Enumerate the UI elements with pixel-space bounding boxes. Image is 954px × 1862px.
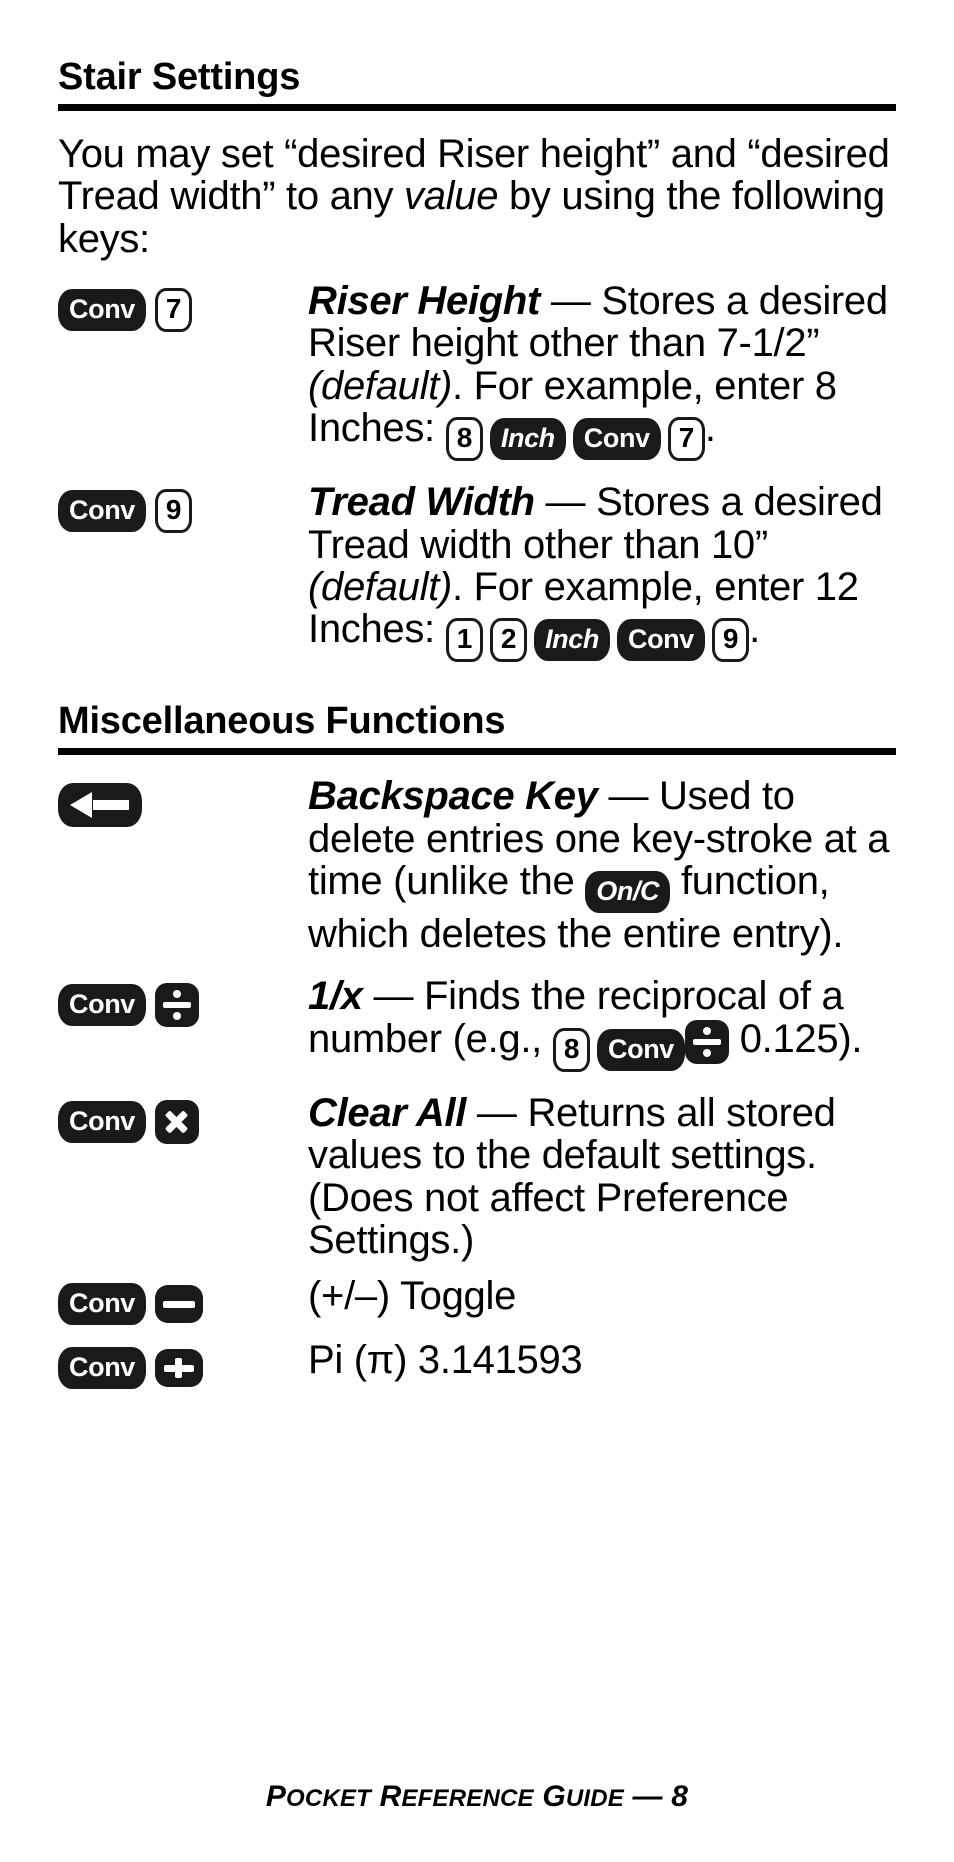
em-dash: — — [466, 1090, 528, 1135]
entry-plus-minus-toggle: Conv (+/–) Toggle — [58, 1274, 896, 1326]
footer-p4: EFERENCE — [401, 1785, 534, 1812]
term-reciprocal: 1/x — [308, 974, 363, 1019]
digit-2-key[interactable]: 2 — [489, 618, 528, 663]
section-divider — [58, 748, 896, 756]
conv-key[interactable]: Conv — [58, 289, 146, 332]
key-sequence-reciprocal: Conv — [58, 975, 308, 1028]
arrow-head — [70, 792, 92, 819]
entry-reciprocal: Conv 1/x — Finds the reciprocal of a num… — [58, 974, 896, 1072]
footer-space-3 — [624, 1780, 633, 1813]
key-sequence-backspace — [58, 775, 308, 828]
entry-riser-height: Conv 7 Riser Height — Stores a desired R… — [58, 279, 896, 462]
plus-key[interactable] — [154, 1349, 203, 1388]
divide-key[interactable] — [684, 1019, 729, 1064]
conv-key[interactable]: Conv — [597, 1028, 685, 1071]
footer-p1: P — [265, 1780, 287, 1813]
em-dash: — — [597, 774, 659, 819]
page: Stair Settings You may set “desired Rise… — [0, 0, 954, 1862]
key-sequence-clear-all: Conv — [58, 1092, 308, 1144]
term-riser-height: Riser Height — [308, 279, 541, 324]
digit-8-key[interactable]: 8 — [445, 417, 483, 462]
conv-key[interactable]: Conv — [58, 984, 146, 1027]
inch-key[interactable]: Inch — [489, 418, 566, 461]
section-heading-miscellaneous-functions: Miscellaneous Functions — [58, 700, 506, 743]
desc-default-note: (default) — [308, 565, 453, 610]
minus-key[interactable] — [154, 1285, 203, 1324]
multiply-key[interactable] — [154, 1099, 199, 1144]
plus-bar-vertical — [175, 1358, 183, 1379]
description-clear-all: Clear All — Returns all stored values to… — [308, 1092, 896, 1262]
em-dash: — — [362, 974, 425, 1019]
term-clear-all: Clear All — [308, 1090, 467, 1135]
footer-p5: G — [542, 1780, 566, 1813]
conv-key[interactable]: Conv — [58, 1100, 146, 1143]
term-backspace-key: Backspace Key — [308, 774, 598, 819]
conv-key[interactable]: Conv — [58, 1283, 146, 1326]
footer-p2: OCKET — [286, 1785, 372, 1812]
digit-7-key[interactable]: 7 — [154, 288, 193, 333]
digit-9-key[interactable]: 9 — [154, 489, 193, 534]
divide-dot-upper — [172, 990, 181, 999]
conv-key[interactable]: Conv — [58, 490, 146, 533]
backspace-arrow-icon[interactable] — [58, 783, 142, 828]
section-divider — [58, 103, 896, 111]
key-sequence-pi: Conv — [58, 1339, 308, 1390]
desc-trailing-period: . — [704, 406, 716, 451]
divide-bar — [162, 1002, 191, 1009]
divide-key[interactable] — [154, 983, 199, 1028]
section-heading-stair-settings: Stair Settings — [58, 56, 301, 98]
description-reciprocal: 1/x — Finds the reciprocal of a number (… — [308, 974, 896, 1072]
digit-7-key[interactable]: 7 — [667, 417, 705, 462]
digit-9-key[interactable]: 9 — [711, 618, 750, 663]
footer-space-1 — [371, 1780, 380, 1813]
key-sequence-tread-width: Conv 9 — [58, 481, 308, 534]
intro-emphasis: value — [404, 174, 499, 219]
desc-trailing-period: . — [749, 607, 760, 652]
inline-key-sequence-riser: 8 Inch Conv 7 — [445, 407, 705, 462]
description-backspace-key: Backspace Key — Used to delete entries o… — [308, 775, 896, 955]
entry-clear-all: Conv Clear All — Returns all stored valu… — [58, 1092, 896, 1262]
conv-key[interactable]: Conv — [58, 1347, 146, 1390]
divide-dot-lower — [702, 1048, 711, 1057]
footer-p6: UIDE — [565, 1785, 624, 1812]
on-c-key[interactable]: On/C — [585, 871, 671, 914]
footer-page-number: — 8 — [632, 1780, 689, 1813]
divide-bar — [692, 1038, 721, 1045]
inch-key[interactable]: Inch — [534, 619, 610, 662]
key-sequence-riser-height: Conv 7 — [58, 280, 308, 333]
digit-1-key[interactable]: 1 — [445, 618, 483, 663]
entry-backspace-key: Backspace Key — Used to delete entries o… — [58, 775, 896, 955]
conv-key[interactable]: Conv — [616, 619, 705, 662]
description-riser-height: Riser Height — Stores a desired Riser he… — [308, 279, 896, 462]
description-plus-minus-toggle: (+/–) Toggle — [308, 1274, 517, 1319]
em-dash: — — [534, 480, 597, 525]
description-tread-width: Tread Width — Stores a desired Tread wid… — [308, 480, 896, 663]
em-dash: — — [540, 279, 602, 324]
page-footer: POCKET REFERENCE GUIDE — 8 — [0, 1780, 954, 1814]
conv-key[interactable]: Conv — [572, 418, 661, 461]
divide-dot-lower — [172, 1012, 181, 1021]
minus-bar — [162, 1301, 195, 1309]
key-sequence-plus-minus-toggle: Conv — [58, 1275, 308, 1326]
arrow-shaft — [93, 800, 129, 811]
stair-settings-intro: You may set “desired Riser height” and “… — [58, 133, 896, 260]
inline-key-sequence-tread: 1 2 Inch Conv 9 — [445, 608, 750, 663]
desc-default-note: (default) — [308, 363, 453, 408]
term-tread-width: Tread Width — [308, 480, 535, 525]
entry-tread-width: Conv 9 Tread Width — Stores a desired Tr… — [58, 480, 896, 663]
description-pi: Pi (π) 3.141593 — [308, 1338, 583, 1383]
desc-text-2: 0.125). — [728, 1016, 863, 1061]
digit-8-key[interactable]: 8 — [552, 1027, 590, 1072]
divide-dot-upper — [702, 1026, 711, 1035]
inline-key-sequence-reciprocal: 8 Conv — [552, 1018, 685, 1072]
entry-pi: Conv Pi (π) 3.141593 — [58, 1338, 896, 1390]
footer-p3: R — [379, 1780, 402, 1813]
